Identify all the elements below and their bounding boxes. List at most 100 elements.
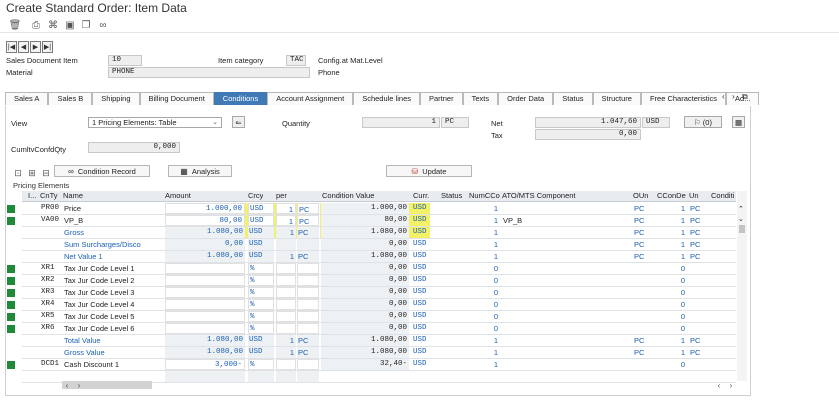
cell-per[interactable] [276, 275, 296, 286]
tab-structure[interactable]: Structure [592, 92, 641, 105]
cell-uom[interactable]: PC [297, 347, 319, 358]
table-row[interactable]: Gross 1.080,00 USD 1 PC 1.080,00 USD 1 PC 1 PC [22, 227, 736, 239]
view-dropdown[interactable]: 1 Pricing Elements: Table ⌄ [88, 117, 222, 128]
cell-ato[interactable] [502, 227, 630, 238]
table-row[interactable]: Gross Value 1.080,00 USD 1 PC 1.080,00 USD 1 PC 1… [22, 347, 736, 359]
col-curr[interactable]: Curr. [413, 191, 429, 202]
first-item-button[interactable]: |◀ [6, 41, 17, 53]
previous-item-button[interactable]: ◀ [18, 41, 29, 53]
cell-amount[interactable] [165, 311, 245, 322]
col-ato-mts[interactable]: ATO/MTS Component [502, 191, 576, 202]
cell-uom[interactable] [297, 311, 319, 322]
cell-per[interactable]: 1 [276, 227, 296, 238]
col-cnty[interactable]: CnTy [40, 191, 58, 202]
category-field[interactable]: TAC [286, 55, 306, 66]
cell-per[interactable] [276, 239, 296, 250]
cell-uom[interactable] [297, 299, 319, 310]
cell-per[interactable]: 1 [276, 347, 296, 358]
quantity-field[interactable]: 1 [362, 117, 440, 128]
tab-partner[interactable]: Partner [420, 92, 463, 105]
delete-row-icon[interactable]: ⊟ [39, 166, 53, 180]
tab-status[interactable]: Status [553, 92, 593, 105]
cell-per[interactable]: 1 [276, 215, 296, 226]
cell-crcy[interactable]: USD [248, 215, 274, 226]
cell-uom[interactable]: PC [297, 215, 319, 226]
col-ccon[interactable]: CConDe [657, 191, 686, 202]
cell-ato[interactable] [502, 311, 630, 322]
cell-ato[interactable] [502, 263, 630, 274]
cell-uom[interactable] [297, 323, 319, 334]
insert-row-icon[interactable]: ⊞ [25, 166, 39, 180]
back-arrow-button[interactable]: ⇐ [232, 116, 245, 128]
table-row[interactable]: XR3 Tax Jur Code Level 3% 0,00 USD 0 0 [22, 287, 736, 299]
condition-record-button[interactable]: ∞ Condition Record [54, 165, 150, 177]
col-indicator[interactable]: I... [28, 191, 36, 202]
cell-crcy[interactable]: % [248, 299, 274, 310]
trash-icon[interactable]: 🗑 [8, 18, 22, 32]
cell-amount[interactable]: 3,000- [165, 359, 245, 370]
folder-icon[interactable]: ▣ [63, 18, 77, 32]
cell-ato[interactable] [502, 239, 630, 250]
cell-uom[interactable]: PC [297, 203, 319, 214]
tab-sales-a[interactable]: Sales A [5, 92, 49, 105]
col-name[interactable]: Name [63, 191, 83, 202]
cell-amount[interactable]: 1.080,00 [165, 335, 245, 346]
cell-ato[interactable] [502, 299, 630, 310]
tab-conditions[interactable]: Conditions [213, 92, 268, 105]
tab-scroll-left-icon[interactable]: ‹ [722, 92, 725, 101]
copy-icon[interactable]: ❐ [79, 18, 93, 32]
cell-ato[interactable] [502, 347, 630, 358]
cell-crcy[interactable]: % [248, 263, 274, 274]
next-item-button[interactable]: ▶ [30, 41, 41, 53]
cell-uom[interactable] [297, 239, 319, 250]
analysis-button[interactable]: ▦ Analysis [168, 165, 232, 177]
cell-amount[interactable] [165, 371, 245, 382]
tab-billing-document[interactable]: Billing Document [139, 92, 214, 105]
cell-uom[interactable] [297, 287, 319, 298]
table-row[interactable]: XR2 Tax Jur Code Level 2% 0,00 USD 0 0 [22, 275, 736, 287]
cell-ato[interactable] [502, 203, 630, 214]
cell-crcy[interactable]: USD [248, 335, 274, 346]
tab-sales-b[interactable]: Sales B [48, 92, 93, 105]
cell-amount[interactable]: 1.080,00 [165, 251, 245, 262]
scroll-right-icon-2[interactable]: › [724, 378, 738, 392]
tab-texts[interactable]: Texts [462, 92, 499, 105]
cell-crcy[interactable]: % [248, 275, 274, 286]
scroll-up-icon[interactable]: ⌃ [738, 205, 744, 213]
cell-ato[interactable] [502, 371, 630, 382]
cell-amount[interactable]: 1.080,00 [165, 227, 245, 238]
calculator-icon[interactable]: ▦ [732, 116, 745, 128]
col-crcy[interactable]: Crcy [248, 191, 263, 202]
table-row[interactable]: DCD1 Cash Discount 1 3,000-% 32,40- USD 1 0 [22, 359, 736, 371]
cell-crcy[interactable]: USD [248, 239, 274, 250]
tree-icon[interactable]: ⌘ [46, 18, 60, 32]
glasses-icon[interactable]: ∞ [96, 18, 110, 32]
tab-free-characteristics[interactable]: Free Characteristics [640, 92, 727, 105]
cell-crcy[interactable]: USD [248, 203, 274, 214]
cell-crcy[interactable]: USD [248, 227, 274, 238]
cell-amount[interactable] [165, 323, 245, 334]
table-row[interactable]: Sum Surcharges/Disco 0,00 USD 0,00 USD 1 PC 1 PC [22, 239, 736, 251]
col-per[interactable]: per [276, 191, 287, 202]
col-condition-value[interactable]: Condition Value [322, 191, 374, 202]
tab-list-icon[interactable]: ⧉ [742, 92, 748, 102]
col-un[interactable]: Un [689, 191, 699, 202]
item-field[interactable]: 10 [108, 55, 142, 66]
vertical-scrollbar[interactable]: ⌃ ⌄ [737, 191, 747, 381]
cell-uom[interactable] [297, 371, 319, 382]
col-conditi[interactable]: Conditi [711, 191, 737, 202]
cell-amount[interactable] [165, 287, 245, 298]
cell-amount[interactable] [165, 275, 245, 286]
table-row[interactable]: XR1 Tax Jur Code Level 1% 0,00 USD 0 0 [22, 263, 736, 275]
table-row[interactable]: XR4 Tax Jur Code Level 4% 0,00 USD 0 0 [22, 299, 736, 311]
cell-crcy[interactable]: % [248, 287, 274, 298]
tab-shipping[interactable]: Shipping [92, 92, 140, 105]
cell-uom[interactable]: PC [297, 335, 319, 346]
cell-per[interactable] [276, 311, 296, 322]
tab-order-data[interactable]: Order Data [498, 92, 554, 105]
cell-per[interactable] [276, 371, 296, 382]
table-row[interactable]: Total Value 1.080,00 USD 1 PC 1.080,00 USD 1 PC 1… [22, 335, 736, 347]
cell-ato[interactable] [502, 359, 630, 370]
col-status[interactable]: Status [441, 191, 462, 202]
col-numcco[interactable]: NumCCo [469, 191, 500, 202]
